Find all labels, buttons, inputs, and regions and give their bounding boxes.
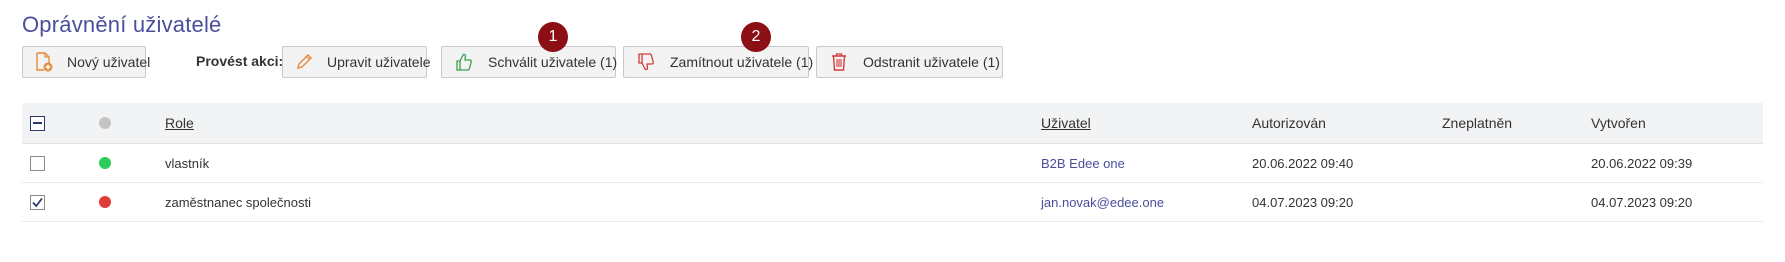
select-all-checkbox[interactable]	[30, 115, 45, 131]
new-user-button[interactable]: Nový uživatel	[22, 46, 150, 78]
checkmark-icon	[32, 197, 43, 207]
table-row[interactable]: zaměstnanec společnosti jan.novak@edee.o…	[22, 183, 1763, 222]
column-header-role[interactable]: Role	[165, 103, 194, 143]
select-all-cell	[30, 103, 45, 143]
add-document-icon	[35, 52, 53, 72]
user-link[interactable]: B2B Edee one	[1041, 144, 1125, 182]
thumbs-up-icon	[454, 52, 474, 72]
edit-user-button[interactable]: Upravit uživatele	[282, 46, 431, 78]
status-dot-icon	[99, 117, 111, 129]
actions-label: Provést akci:	[196, 53, 284, 69]
approve-user-button[interactable]: Schválit uživatele (1)	[441, 46, 618, 78]
reject-user-button[interactable]: Zamítnout uživatele (1)	[623, 46, 813, 78]
column-header-user[interactable]: Uživatel	[1041, 103, 1091, 143]
indeterminate-checkbox-icon	[33, 122, 42, 124]
pencil-icon	[295, 52, 313, 72]
delete-user-label: Odstranit uživatele (1)	[863, 54, 1000, 70]
trash-icon	[829, 52, 849, 72]
authorized-cell: 04.07.2023 09:20	[1252, 194, 1354, 210]
table-header: Role Uživatel Autorizován Zneplatněn Vyt…	[22, 103, 1763, 144]
role-cell: vlastník	[165, 155, 210, 171]
edit-user-label: Upravit uživatele	[327, 54, 431, 70]
reject-user-label: Zamítnout uživatele (1)	[670, 54, 814, 70]
authorized-cell: 20.06.2022 09:40	[1252, 155, 1354, 171]
status-dot-icon	[99, 196, 111, 208]
created-cell: 04.07.2023 09:20	[1591, 194, 1693, 210]
status-dot-icon	[99, 157, 111, 169]
approve-user-label: Schválit uživatele (1)	[488, 54, 618, 70]
annotation-badge-1: 1	[538, 22, 568, 52]
row-checkbox-checked[interactable]	[30, 194, 45, 210]
column-header-authorized: Autorizován	[1252, 115, 1326, 131]
user-link[interactable]: jan.novak@edee.one	[1041, 183, 1164, 221]
delete-user-button[interactable]: Odstranit uživatele (1)	[816, 46, 1003, 78]
status-header	[99, 103, 111, 143]
role-cell: zaměstnanec společnosti	[165, 194, 311, 210]
thumbs-down-icon	[636, 52, 656, 72]
table-row[interactable]: vlastník B2B Edee one 20.06.2022 09:40 2…	[22, 144, 1763, 183]
toolbar: Nový uživatel Provést akci: Upravit uživ…	[0, 0, 1785, 90]
column-header-created: Vytvořen	[1591, 115, 1646, 131]
row-checkbox[interactable]	[30, 155, 45, 171]
column-header-invalidated: Zneplatněn	[1442, 115, 1513, 131]
created-cell: 20.06.2022 09:39	[1591, 155, 1693, 171]
new-user-label: Nový uživatel	[67, 54, 151, 70]
annotation-badge-2: 2	[741, 22, 771, 52]
